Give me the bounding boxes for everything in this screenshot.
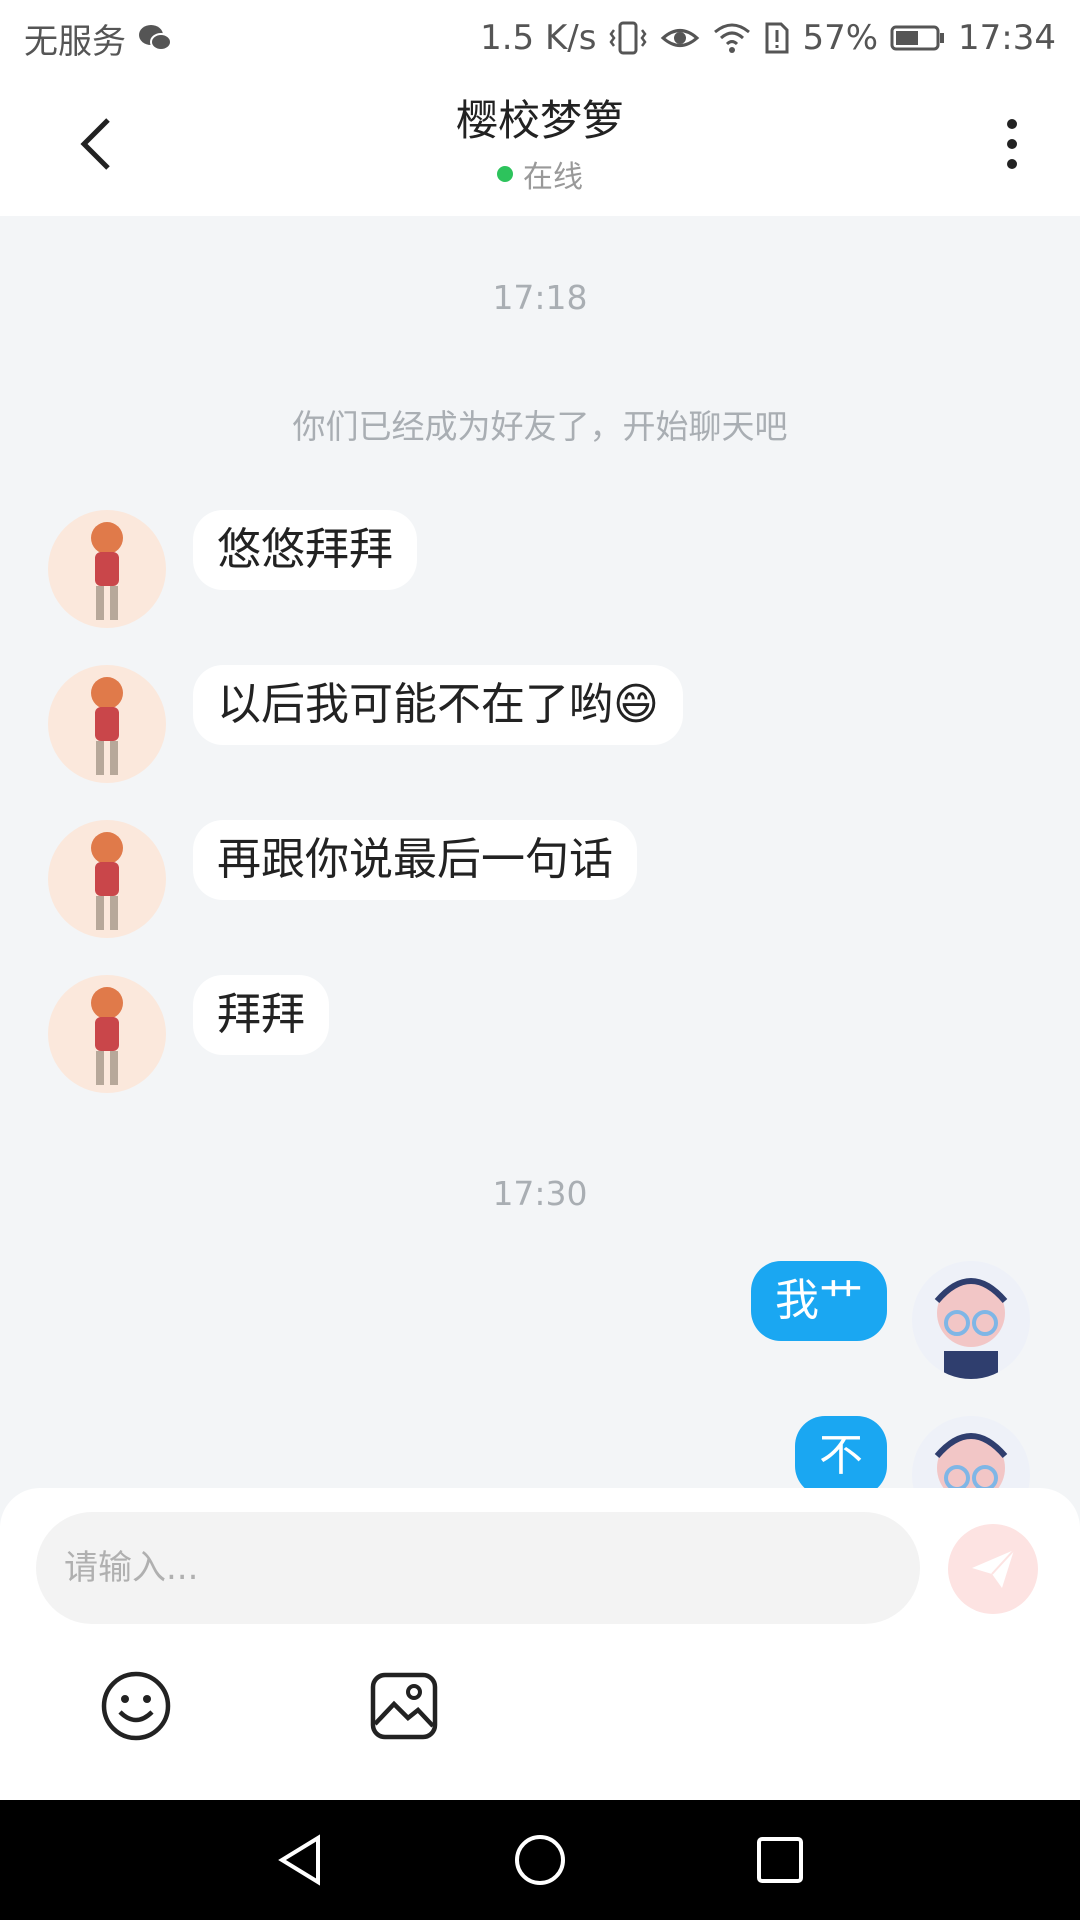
my-avatar[interactable] (912, 1416, 1030, 1488)
avatar-figure-icon (91, 987, 123, 1085)
chat-title: 樱校梦箩 (455, 96, 624, 145)
clock: 17:34 (958, 18, 1056, 58)
eye-icon (660, 23, 700, 53)
send-icon (972, 1549, 1015, 1588)
my-avatar[interactable] (912, 1261, 1030, 1379)
wechat-icon (138, 23, 172, 53)
status-bar-right: 1.5 K/s 57% 17:34 (480, 18, 1056, 58)
contact-avatar[interactable] (48, 975, 166, 1093)
status-bar: 无服务 1.5 K/s 57% 17:34 (0, 0, 1080, 76)
more-dot-icon (1007, 139, 1017, 149)
message-bubble[interactable]: 再跟你说最后一句话 (193, 820, 637, 900)
status-bar-left: 无服务 (24, 14, 172, 63)
more-options-button[interactable] (980, 112, 1044, 176)
sim-alert-icon (764, 21, 790, 55)
avatar-figure-icon (91, 677, 123, 775)
avatar-figure-icon (91, 832, 123, 930)
message-bubble-outgoing[interactable]: 不 (795, 1416, 887, 1488)
contact-avatar[interactable] (48, 665, 166, 783)
message-row-incoming: 以后我可能不在了哟😄 (0, 665, 1080, 785)
more-dot-icon (1007, 119, 1017, 129)
image-icon (370, 1672, 438, 1740)
navigation-bar (0, 1800, 1080, 1920)
square-recents-icon (757, 1837, 803, 1883)
message-bubble[interactable]: 拜拜 (193, 975, 329, 1055)
online-dot-icon (497, 166, 513, 183)
online-status-label: 在线 (523, 160, 583, 196)
smiley-icon (101, 1671, 171, 1741)
message-bubble-outgoing[interactable]: 我艹 (751, 1261, 887, 1341)
message-timestamp: 17:18 (492, 278, 588, 317)
title-block: 樱校梦箩 在线 (0, 96, 1080, 196)
chat-area[interactable]: 17:18 你们已经成为好友了，开始聊天吧 悠悠拜拜 以后我可能不在了哟😄 再跟… (0, 216, 1080, 1488)
circle-home-icon (515, 1835, 565, 1885)
avatar-figure-icon (91, 522, 123, 620)
send-button[interactable] (948, 1524, 1038, 1614)
emoji-button[interactable] (98, 1668, 174, 1744)
message-row-incoming: 拜拜 (0, 975, 1080, 1095)
avatar-girl-icon (934, 1278, 1008, 1379)
contact-avatar[interactable] (48, 820, 166, 938)
battery-percent: 57% (802, 18, 879, 58)
message-row-incoming: 再跟你说最后一句话 (0, 820, 1080, 940)
input-panel (0, 1488, 1080, 1800)
battery-icon (890, 24, 946, 52)
message-row-outgoing: 不 (0, 1416, 1080, 1488)
carrier-label: 无服务 (24, 21, 126, 62)
chat-header: 樱校梦箩 在线 (0, 76, 1080, 216)
more-dot-icon (1007, 159, 1017, 169)
contact-avatar[interactable] (48, 510, 166, 628)
image-button[interactable] (366, 1668, 442, 1744)
online-status: 在线 (497, 152, 583, 196)
message-bubble[interactable]: 悠悠拜拜 (193, 510, 417, 590)
message-timestamp: 17:30 (492, 1174, 588, 1213)
message-input[interactable] (36, 1512, 920, 1624)
nav-back-button[interactable] (268, 1828, 332, 1892)
nav-home-button[interactable] (508, 1828, 572, 1892)
triangle-back-icon (278, 1834, 320, 1886)
wifi-icon (712, 22, 752, 54)
avatar-girl-icon (934, 1433, 1008, 1488)
message-bubble[interactable]: 以后我可能不在了哟😄 (193, 665, 683, 745)
vibrate-icon (608, 20, 648, 56)
message-row-incoming: 悠悠拜拜 (0, 510, 1080, 630)
message-row-outgoing: 我艹 (0, 1261, 1080, 1381)
network-speed: 1.5 K/s (480, 18, 597, 58)
system-message: 你们已经成为好友了，开始聊天吧 (292, 407, 788, 446)
nav-recents-button[interactable] (748, 1828, 812, 1892)
